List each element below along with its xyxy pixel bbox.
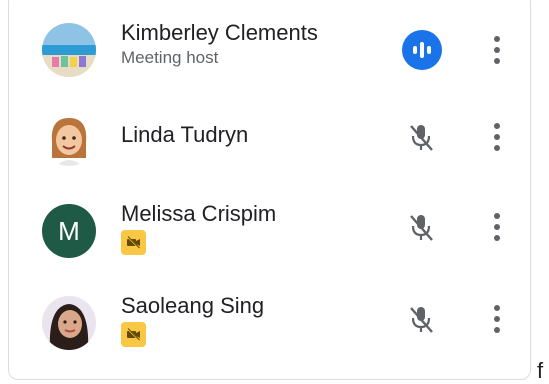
video-off-icon	[121, 230, 146, 255]
avatar	[42, 296, 96, 350]
avatar	[42, 23, 96, 77]
participant-role: Meeting host	[121, 48, 219, 67]
participant-name: Saoleang Sing	[121, 293, 265, 318]
corner-text: f	[537, 358, 544, 383]
mic-muted-icon[interactable]	[404, 210, 438, 244]
participant-name: Kimberley Clements	[121, 20, 318, 45]
speaking-indicator-icon[interactable]	[402, 30, 442, 70]
more-options-icon[interactable]	[487, 302, 507, 336]
participant-row: Kimberley Clements Meeting host	[9, 10, 532, 90]
avatar	[42, 112, 96, 166]
participants-panel: Kimberley Clements Meeting host Linda Tu…	[8, 0, 531, 380]
participant-name: Linda Tudryn	[121, 122, 249, 147]
participant-row: Linda Tudryn	[9, 101, 532, 181]
more-options-icon[interactable]	[487, 33, 507, 67]
avatar-initial: M	[42, 204, 96, 258]
more-options-icon[interactable]	[487, 120, 507, 154]
mic-muted-icon[interactable]	[404, 302, 438, 336]
participant-name: Melissa Crispim	[121, 201, 277, 226]
more-options-icon[interactable]	[487, 210, 507, 244]
participant-row: Saoleang Sing	[9, 283, 532, 363]
mic-muted-icon[interactable]	[404, 120, 438, 154]
participant-row: M Melissa Crispim	[9, 191, 532, 271]
video-off-icon	[121, 322, 146, 347]
